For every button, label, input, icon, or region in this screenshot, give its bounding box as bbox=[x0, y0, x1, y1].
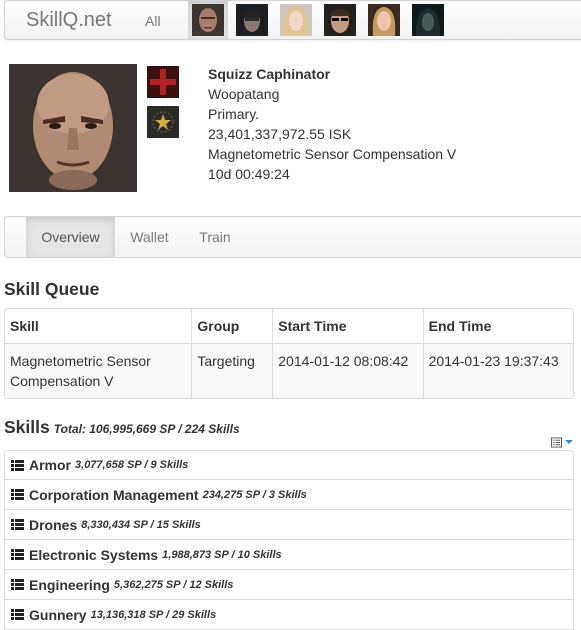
skill-groups-list: Armor 3,077,658 SP / 9 Skills Corporatio… bbox=[4, 450, 574, 630]
skills-heading: Skills Total: 106,995,669 SP / 224 Skills bbox=[4, 417, 240, 438]
portrait-dark-figure-icon bbox=[412, 4, 444, 36]
column-header-start-time[interactable]: Start Time bbox=[272, 309, 422, 343]
skills-title: Skills bbox=[4, 417, 50, 437]
character-thumb-1[interactable] bbox=[188, 1, 228, 39]
skill-group-engineering[interactable]: Engineering 5,362,275 SP / 12 Skills bbox=[4, 570, 574, 600]
list-icon bbox=[11, 549, 24, 560]
skill-group-name: Drones bbox=[29, 516, 78, 533]
alliance-logo[interactable] bbox=[147, 106, 179, 138]
list-options-icon bbox=[551, 436, 562, 448]
list-icon bbox=[11, 579, 24, 590]
list-icon bbox=[11, 609, 24, 620]
list-icon bbox=[11, 459, 24, 471]
skill-group-electronic-systems[interactable]: Electronic Systems 1,988,873 SP / 10 Ski… bbox=[4, 540, 574, 570]
corporation-logo[interactable] bbox=[147, 66, 179, 98]
portrait-blonde-woman-icon bbox=[280, 4, 312, 36]
column-header-skill[interactable]: Skill bbox=[5, 309, 191, 343]
character-thumb-4[interactable] bbox=[320, 1, 360, 39]
character-info: Squizz Caphinator Woopatang Primary. 23,… bbox=[208, 64, 456, 184]
skill-group-stats: 13,136,318 SP / 29 Skills bbox=[90, 608, 217, 621]
training-time-left: 10d 00:49:24 bbox=[208, 166, 290, 182]
tab-wallet[interactable]: Wallet bbox=[115, 217, 184, 257]
character-switcher bbox=[188, 1, 452, 39]
column-header-end-time[interactable]: End Time bbox=[422, 309, 573, 343]
skill-group-name: Gunnery bbox=[29, 606, 87, 623]
skill-group-name: Engineering bbox=[29, 576, 110, 593]
list-icon bbox=[11, 489, 24, 500]
skill-group-stats: 8,330,434 SP / 15 Skills bbox=[81, 518, 201, 531]
character-thumb-2[interactable] bbox=[232, 1, 272, 39]
skill-group-armor[interactable]: Armor 3,077,658 SP / 9 Skills bbox=[4, 450, 574, 480]
portrait-man-dark-glasses-icon bbox=[324, 4, 356, 36]
character-thumb-5[interactable] bbox=[364, 1, 404, 39]
top-navbar: SkillQ.net All bbox=[4, 0, 581, 40]
skill-group-name: Electronic Systems bbox=[29, 546, 159, 563]
table-header-row: Skill Group Start Time End Time bbox=[5, 309, 573, 343]
wallet-balance: 23,401,337,972.55 ISK bbox=[208, 126, 352, 142]
column-header-group[interactable]: Group bbox=[191, 309, 272, 343]
list-icon bbox=[11, 519, 24, 530]
nav-all-link[interactable]: All bbox=[145, 13, 161, 29]
queue-start-cell: 2014-01-12 08:08:42 bbox=[272, 343, 423, 398]
character-tabs: Overview Wallet Train bbox=[4, 216, 581, 258]
training-skill: Magnetometric Sensor Compensation V bbox=[208, 146, 457, 162]
skill-group-stats: 234,275 SP / 3 Skills bbox=[202, 488, 307, 501]
tab-overview[interactable]: Overview bbox=[26, 217, 115, 257]
tab-train[interactable]: Train bbox=[184, 217, 246, 257]
clone-name: Primary. bbox=[208, 106, 260, 122]
skill-group-corporation-management[interactable]: Corporation Management 234,275 SP / 3 Sk… bbox=[4, 480, 574, 510]
skill-group-stats: 5,362,275 SP / 12 Skills bbox=[113, 578, 234, 591]
skill-group-stats: 3,077,658 SP / 9 Skills bbox=[75, 459, 189, 471]
queue-skill-cell: Magnetometric Sensor Compensation V bbox=[5, 343, 192, 398]
skill-queue-table: Skill Group Start Time End Time Magnetom… bbox=[4, 308, 574, 399]
character-portrait bbox=[9, 64, 137, 192]
brand-logo[interactable]: SkillQ.net bbox=[26, 9, 112, 32]
queue-end-cell: 2014-01-23 19:37:43 bbox=[422, 343, 573, 398]
table-row: Magnetometric Sensor Compensation V Targ… bbox=[5, 343, 573, 398]
skill-group-name: Armor bbox=[29, 457, 72, 473]
skill-group-gunnery[interactable]: Gunnery 13,136,318 SP / 29 Skills bbox=[4, 600, 574, 630]
character-name: Squizz Caphinator bbox=[208, 66, 331, 82]
skill-group-stats: 1,988,873 SP / 10 Skills bbox=[162, 548, 282, 561]
character-thumb-6[interactable] bbox=[408, 1, 448, 39]
skill-group-drones[interactable]: Drones 8,330,434 SP / 15 Skills bbox=[4, 510, 574, 540]
skills-summary: Total: 106,995,669 SP / 224 Skills bbox=[53, 422, 240, 436]
skill-queue-heading: Skill Queue bbox=[4, 279, 100, 299]
queue-group-cell: Targeting bbox=[191, 343, 273, 398]
portrait-blonde-woman-2-icon bbox=[368, 4, 400, 36]
skill-group-name: Corporation Management bbox=[29, 486, 199, 503]
chevron-down-icon bbox=[565, 440, 573, 444]
character-thumb-3[interactable] bbox=[276, 1, 316, 39]
corporation-name: Woopatang bbox=[208, 86, 280, 102]
list-options-button[interactable] bbox=[551, 435, 573, 449]
portrait-dark-hair-man-icon bbox=[236, 4, 268, 36]
portrait-bald-man-icon bbox=[192, 4, 224, 36]
